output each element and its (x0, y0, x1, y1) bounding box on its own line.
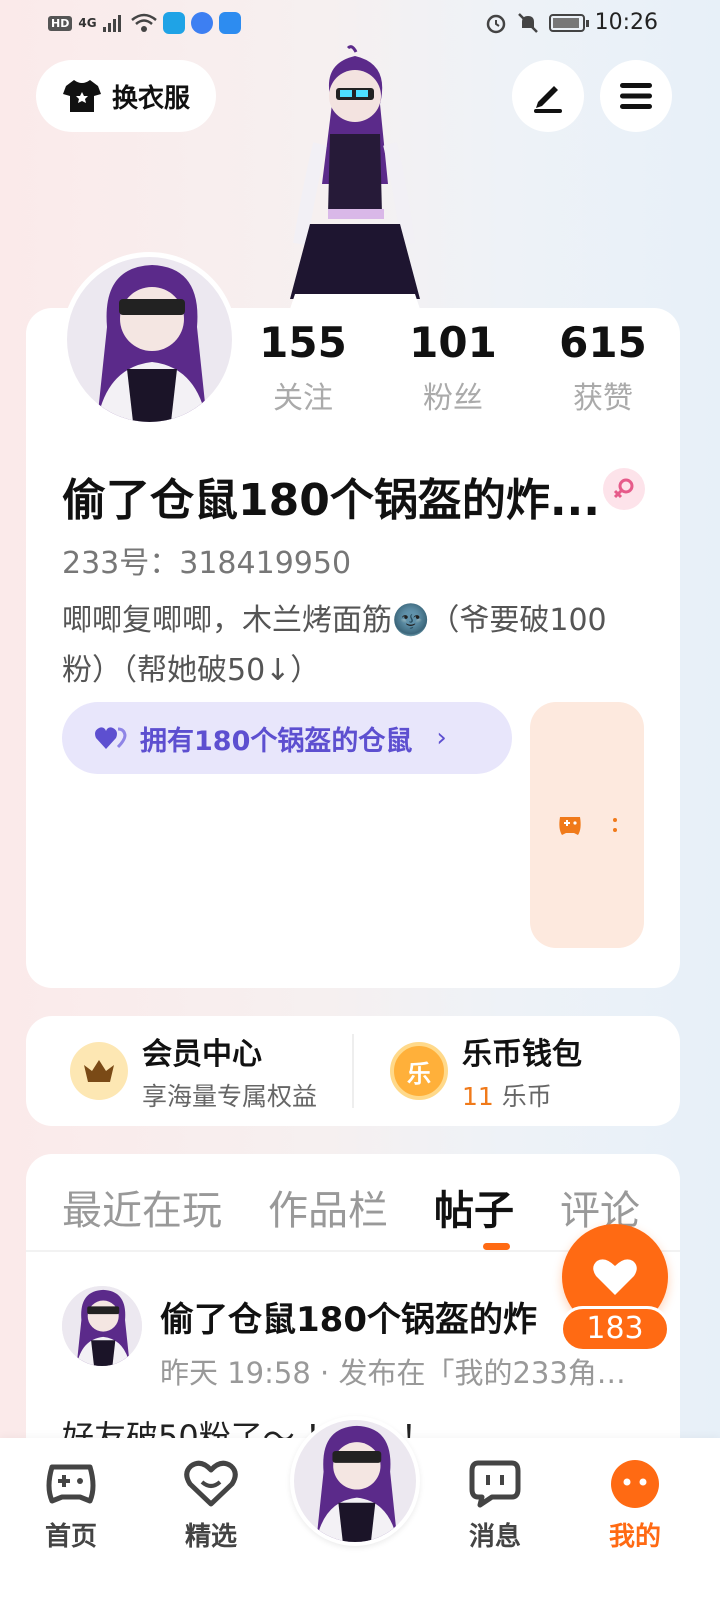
chevron-right-icon: › (436, 723, 447, 753)
avatar-image (62, 1286, 142, 1366)
nav-featured[interactable]: 精选 (156, 1456, 266, 1553)
wifi-icon (130, 13, 157, 32)
stat-label: 获赞 (573, 381, 633, 416)
stat-followers[interactable]: 101 粉丝 (378, 318, 528, 417)
nav-label: 我的 (608, 1522, 661, 1552)
member-center-title: 会员中心 (142, 1037, 262, 1072)
stat-following[interactable]: 155 关注 (228, 318, 378, 417)
hamburger-menu-icon (620, 83, 652, 109)
stat-number: 101 (409, 318, 497, 367)
tab-recently-played[interactable]: 最近在玩 (62, 1178, 222, 1236)
coin-unit: 乐币 (493, 1082, 552, 1111)
member-center-subtitle: 享海量专属权益 (142, 1082, 318, 1111)
outfit-button[interactable]: 换衣服 (36, 60, 216, 132)
post-author-avatar[interactable] (62, 1286, 142, 1366)
heart-icon (593, 1259, 637, 1295)
signal-icon (102, 15, 121, 32)
network-indicator: 4G (78, 16, 97, 30)
profile-avatar[interactable] (62, 252, 237, 427)
heart-outline-icon (183, 1456, 239, 1512)
profile-stats: 155 关注 101 粉丝 615 获赞 (228, 318, 680, 417)
more-dots-icon (613, 818, 617, 832)
nav-label: 首页 (44, 1522, 97, 1552)
chat-bubble-icon (467, 1456, 523, 1512)
outfit-label: 换衣服 (111, 83, 190, 114)
like-count: 183 (560, 1306, 670, 1352)
active-tab-indicator (483, 1243, 510, 1250)
coin-wallet-balance: 11 乐币 (462, 1077, 582, 1113)
stat-label: 粉丝 (423, 381, 483, 416)
hd-badge: HD (48, 15, 73, 31)
mute-bell-icon (517, 12, 538, 33)
divider (352, 1034, 354, 1108)
menu-button[interactable] (600, 60, 672, 132)
coin-wallet-button[interactable]: 乐 乐币钱包 11 乐币 (390, 1016, 582, 1126)
avatar-figure-image[interactable] (270, 44, 440, 319)
tshirt-icon (62, 80, 101, 112)
coin-count: 11 (462, 1082, 494, 1111)
coin-icon: 乐 (390, 1042, 448, 1100)
profile-face-icon (607, 1456, 663, 1512)
title-badge-pill[interactable]: 拥有180个锅盔的仓鼠 › (62, 702, 512, 774)
coin-icon-glyph: 乐 (407, 1059, 431, 1088)
profile-tabs: 最近在玩 作品栏 帖子 评论 (62, 1178, 640, 1236)
gamepad-icon (43, 1456, 99, 1512)
app-notification-icon-2 (190, 12, 213, 34)
clock: 10:26 (594, 10, 658, 35)
nav-label: 精选 (184, 1522, 237, 1552)
stat-likes[interactable]: 615 获赞 (528, 318, 678, 417)
crown-icon (70, 1042, 128, 1100)
title-badge-text: 拥有180个锅盔的仓鼠 (140, 725, 413, 757)
post-meta: 昨天 19:58 · 发布在「我的233角… (160, 1356, 626, 1390)
gender-female-badge (603, 468, 645, 510)
status-bar: HD 4G 10:26 (0, 0, 720, 48)
nav-label: 消息 (468, 1522, 521, 1552)
search-app-icon (218, 12, 241, 34)
tab-posts[interactable]: 帖子 (434, 1178, 514, 1236)
avatar-image (67, 257, 232, 422)
nav-me[interactable]: 我的 (580, 1456, 690, 1553)
bio-text: 唧唧复唧唧，木兰烤面筋🌚（爷要破100粉）（帮她破50↓） (62, 603, 607, 688)
nickname: 偷了仓鼠180个锅盔的炸... (62, 475, 600, 526)
stat-number: 615 (559, 318, 647, 367)
coin-wallet-title: 乐币钱包 (462, 1037, 582, 1072)
edit-profile-button[interactable] (512, 60, 584, 132)
nav-home[interactable]: 首页 (16, 1456, 126, 1553)
member-center-button[interactable]: 会员中心 享海量专属权益 (70, 1016, 317, 1126)
pencil-icon (534, 86, 562, 113)
stat-label: 关注 (273, 381, 333, 416)
alarm-icon (486, 14, 505, 33)
tab-works[interactable]: 作品栏 (268, 1178, 388, 1236)
female-symbol-icon (613, 478, 634, 499)
double-heart-icon (95, 727, 127, 749)
app-notification-icon (162, 12, 185, 34)
stat-number: 155 (259, 318, 347, 367)
gamepad-icon (559, 817, 581, 835)
status-right: 10:26 (485, 10, 658, 35)
status-left: HD 4G (48, 12, 241, 34)
post-author-name[interactable]: 偷了仓鼠180个锅盔的炸 (160, 1292, 580, 1341)
avatar-image (294, 1420, 416, 1542)
nav-messages[interactable]: 消息 (440, 1456, 550, 1553)
game-card[interactable] (530, 702, 644, 948)
nav-avatar-center[interactable] (290, 1416, 420, 1546)
user-id: 233号：318419950 (62, 546, 352, 581)
battery-icon (548, 13, 589, 32)
